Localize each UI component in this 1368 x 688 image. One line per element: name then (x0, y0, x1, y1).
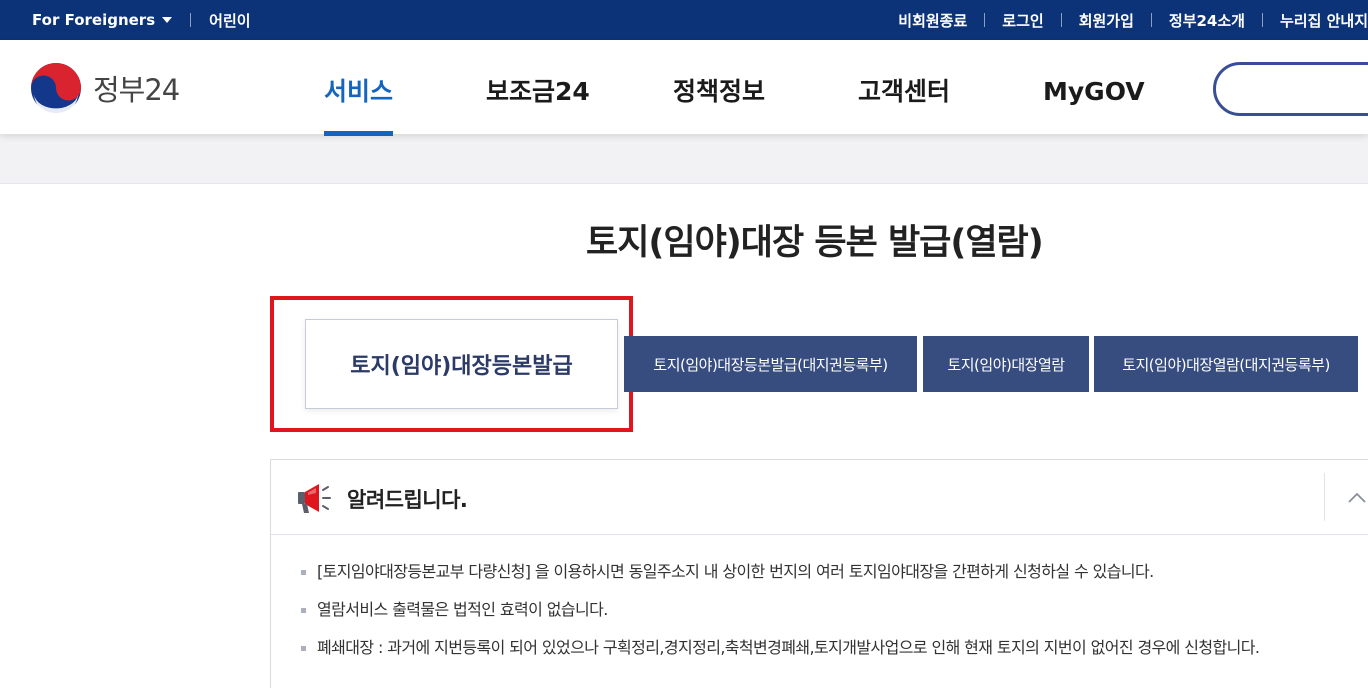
for-foreigners-link[interactable]: For Foreigners (32, 11, 155, 29)
list-item: 폐쇄대장 : 과거에 지번등록이 되어 있었으나 구획정리,경지정리,축척변경폐… (301, 636, 1351, 660)
search-input[interactable] (1213, 62, 1368, 116)
notice-title: 알려드립니다. (347, 488, 468, 512)
tab-land-register-copy[interactable]: 토지(임야)대장등본발급 (305, 319, 618, 409)
nav-policy-info[interactable]: 정책정보 (673, 40, 765, 134)
list-item: 열람서비스 출력물은 법적인 효력이 없습니다. (301, 598, 1351, 622)
login-link[interactable]: 로그인 (1002, 10, 1043, 31)
caret-down-icon[interactable] (162, 17, 173, 23)
utility-bar-left: For Foreigners 어린이 (32, 0, 251, 40)
utility-bar: For Foreigners 어린이 비회원종료 로그인 회원가입 정부24소개… (0, 0, 1368, 40)
nav-subsidy24[interactable]: 보조금24 (486, 40, 590, 134)
tab-land-register-copy-site-rights[interactable]: 토지(임야)대장등본발급(대지권등록부) (624, 336, 917, 392)
site-guide-link[interactable]: 누리집 안내지 (1280, 10, 1368, 31)
page-title: 토지(임야)대장 등본 발급(열람) (586, 223, 1044, 263)
chevron-up-icon[interactable] (1347, 488, 1367, 508)
notice-panel: 알려드립니다. [토지임야대장등본교부 다량신청] 을 이용하시면 동일주소지 … (270, 459, 1368, 688)
kids-link[interactable]: 어린이 (209, 10, 250, 31)
nav-customer-center[interactable]: 고객센터 (858, 40, 950, 134)
breadcrumb-band (0, 134, 1368, 184)
list-item: [토지임야대장등본교부 다량신청] 을 이용하시면 동일주소지 내 상이한 번지… (301, 560, 1351, 584)
divider (984, 13, 986, 27)
divider (1150, 13, 1152, 27)
nav-mygov[interactable]: MyGOV (1043, 40, 1145, 134)
divider (1324, 473, 1325, 521)
megaphone-icon (298, 484, 331, 513)
nav-services[interactable]: 서비스 (324, 40, 394, 136)
main-header: 정부24 서비스 보조금24 정책정보 고객센터 MyGOV (0, 40, 1368, 136)
divider (1060, 13, 1062, 27)
main-nav: 서비스 보조금24 정책정보 고객센터 MyGOV (0, 40, 1368, 136)
utility-bar-right: 비회원종료 로그인 회원가입 정부24소개 누리집 안내지 (898, 0, 1368, 40)
signup-link[interactable]: 회원가입 (1079, 10, 1134, 31)
notice-list: [토지임야대장등본교부 다량신청] 을 이용하시면 동일주소지 내 상이한 번지… (301, 560, 1351, 674)
divider (1261, 13, 1263, 27)
guest-logout-link[interactable]: 비회원종료 (898, 10, 967, 31)
notice-header: 알려드립니다. (271, 460, 1368, 535)
about-link[interactable]: 정부24소개 (1169, 10, 1245, 31)
tab-land-register-view-site-rights[interactable]: 토지(임야)대장열람(대지권등록부) (1094, 336, 1358, 392)
divider (190, 13, 192, 27)
tab-land-register-view[interactable]: 토지(임야)대장열람 (923, 336, 1089, 392)
